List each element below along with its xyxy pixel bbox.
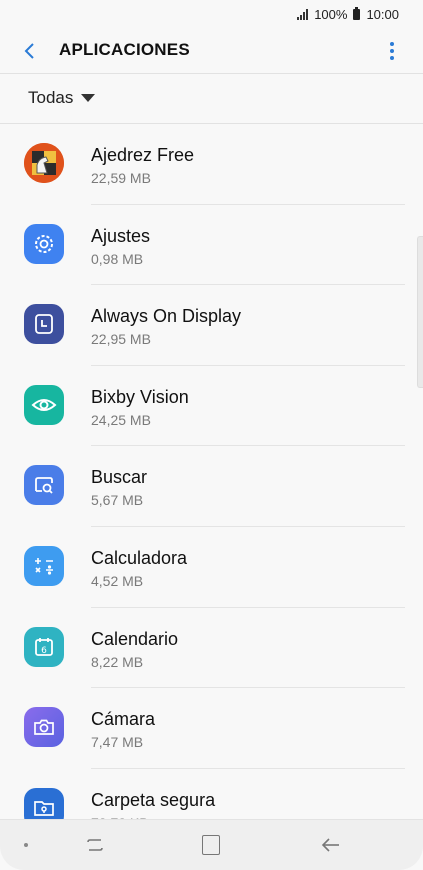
more-options-button[interactable] xyxy=(385,39,399,63)
clock-display-icon xyxy=(24,304,64,345)
home-button[interactable] xyxy=(202,835,220,855)
battery-icon xyxy=(353,6,361,20)
back-arrow-icon[interactable] xyxy=(320,836,342,854)
camera-icon xyxy=(24,707,64,748)
navigation-bar xyxy=(0,819,423,870)
app-name: Always On Display xyxy=(91,306,242,327)
list-item[interactable]: Ajedrez Free 22,59 MB xyxy=(0,124,423,205)
calculator-icon xyxy=(24,545,64,586)
page-title: APLICACIONES xyxy=(59,40,190,59)
screen: 100% 10:00 APLICACIONES Todas Ajedrez Fr… xyxy=(0,0,423,870)
scroll-handle[interactable] xyxy=(417,236,423,388)
recent-apps-icon[interactable] xyxy=(84,836,106,854)
battery-percent: 100% xyxy=(314,6,348,22)
list-item[interactable]: Ajustes 0,98 MB xyxy=(0,205,423,286)
app-list: Ajedrez Free 22,59 MB Ajustes 0,98 MB Al… xyxy=(0,124,423,849)
list-item[interactable]: 6 Calendario 8,22 MB xyxy=(0,608,423,689)
app-size: 7,47 MB xyxy=(91,734,144,751)
calendar-icon: 6 xyxy=(24,626,64,667)
app-name: Bixby Vision xyxy=(91,386,189,407)
back-button[interactable] xyxy=(18,39,42,63)
gear-icon xyxy=(24,223,64,264)
app-size: 24,25 MB xyxy=(91,411,151,428)
app-size: 4,52 MB xyxy=(91,572,144,589)
chess-icon xyxy=(24,143,64,183)
list-item[interactable]: Cámara 7,47 MB xyxy=(0,688,423,769)
app-size: 22,95 MB xyxy=(91,331,151,348)
app-name: Buscar xyxy=(91,467,148,488)
divider xyxy=(0,73,423,74)
app-size: 0,98 MB xyxy=(91,250,144,267)
app-size: 8,22 MB xyxy=(91,653,144,670)
caret-down-icon xyxy=(81,94,96,102)
app-name: Calculadora xyxy=(91,547,188,568)
search-icon xyxy=(24,465,64,506)
filter-label: Todas xyxy=(28,88,74,107)
clock: 10:00 xyxy=(366,6,399,22)
svg-text:6: 6 xyxy=(41,646,47,656)
app-size: 22,59 MB xyxy=(91,170,151,186)
list-item[interactable]: Always On Display 22,95 MB xyxy=(0,285,423,366)
app-name: Ajustes xyxy=(91,225,151,246)
chevron-left-icon xyxy=(24,43,34,59)
more-vertical-icon xyxy=(390,42,394,46)
filter-dropdown[interactable]: Todas xyxy=(28,88,96,108)
signal-icon xyxy=(297,8,309,20)
list-item[interactable]: Calculadora 4,52 MB xyxy=(0,527,423,608)
app-name: Carpeta segura xyxy=(91,789,216,810)
hide-nav-dot[interactable] xyxy=(24,843,28,847)
list-item[interactable]: Bixby Vision 24,25 MB xyxy=(0,366,423,447)
app-name: Calendario xyxy=(91,628,179,649)
app-size: 5,67 MB xyxy=(91,492,144,509)
list-item[interactable]: Buscar 5,67 MB xyxy=(0,446,423,527)
eye-icon xyxy=(24,384,64,425)
app-name: Cámara xyxy=(91,709,156,730)
status-bar: 100% 10:00 xyxy=(0,0,423,28)
app-name: Ajedrez Free xyxy=(91,145,195,165)
app-bar: APLICACIONES xyxy=(0,28,423,74)
